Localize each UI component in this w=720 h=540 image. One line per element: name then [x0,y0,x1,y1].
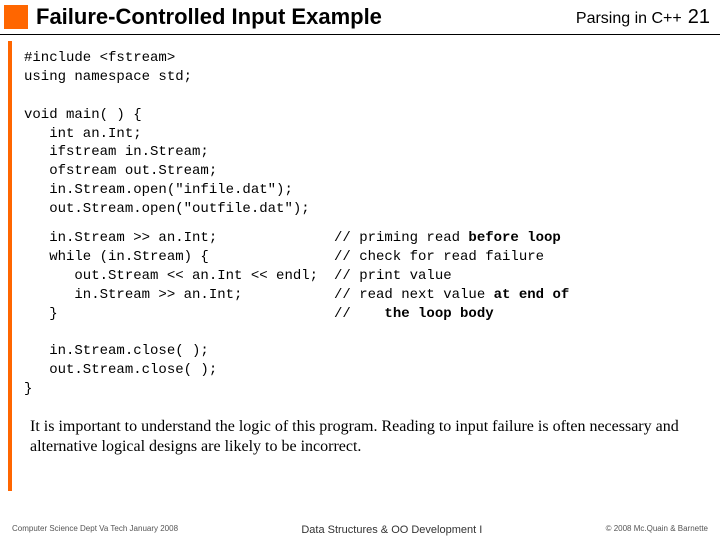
footer: Computer Science Dept Va Tech January 20… [0,524,720,536]
footer-right: © 2008 Mc.Quain & Barnette [606,524,708,536]
code-commented: in.Stream >> an.Int; // priming read bef… [24,229,712,323]
divider [0,34,720,35]
footer-mid: Data Structures & OO Development I [301,524,482,536]
content-area: #include <fstream> using namespace std; … [8,41,720,491]
code-row: in.Stream >> an.Int; // read next value … [24,286,712,305]
code-row: in.Stream >> an.Int; // priming read bef… [24,229,712,248]
page-number: 21 [688,6,710,29]
code-row: while (in.Stream) { // check for read fa… [24,248,712,267]
bullet-icon [4,5,28,29]
page-title: Failure-Controlled Input Example [36,4,576,30]
code-row: } // the loop body [24,305,712,324]
header-right: Parsing in C++ 21 [576,6,710,29]
section-label: Parsing in C++ [576,10,682,28]
code-row: out.Stream << an.Int << endl; // print v… [24,267,712,286]
explanatory-note: It is important to understand the logic … [30,417,706,457]
footer-left: Computer Science Dept Va Tech January 20… [12,524,178,536]
code-block-2: in.Stream.close( ); out.Stream.close( );… [24,323,712,399]
header-bar: Failure-Controlled Input Example Parsing… [0,0,720,32]
code-block-1: #include <fstream> using namespace std; … [24,49,712,219]
